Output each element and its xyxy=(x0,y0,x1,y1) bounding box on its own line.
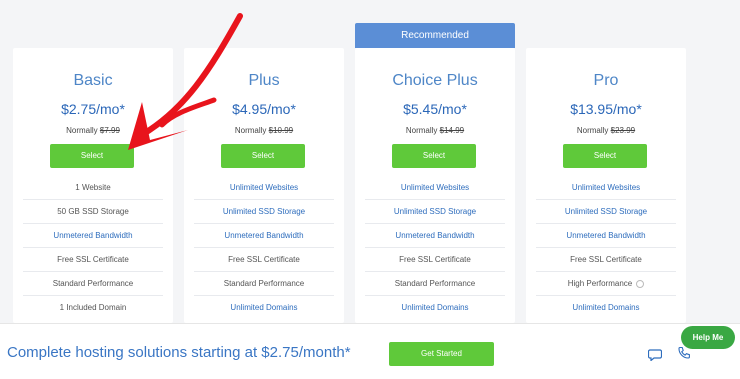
plan-name: Basic xyxy=(73,72,113,89)
bottom-promo-bar: Complete hosting solutions starting at $… xyxy=(0,323,740,379)
select-button-pro[interactable]: Select xyxy=(563,144,647,168)
normally-label: Normally xyxy=(234,126,269,135)
plan-name: Pro xyxy=(593,72,619,89)
info-icon[interactable] xyxy=(636,279,645,288)
old-price: $23.99 xyxy=(610,126,636,135)
select-button-basic[interactable]: Select xyxy=(50,144,134,168)
feature-item[interactable]: Unmetered Bandwidth xyxy=(536,224,676,248)
feature-item: 1 Included Domain xyxy=(59,303,127,312)
feature-list: Unlimited Websites Unlimited SSD Storage… xyxy=(536,176,676,319)
feature-item: 50 GB SSD Storage xyxy=(23,200,163,224)
plan-card-choice-plus: Choice Plus $5.45/mo* Normally $14.99 Se… xyxy=(355,48,515,323)
pricing-page: Recommended Basic $2.75/mo* Normally $7.… xyxy=(0,0,740,379)
chat-bubble-icon[interactable] xyxy=(648,347,662,361)
feature-item[interactable]: Unlimited Websites xyxy=(536,176,676,200)
feature-item: Standard Performance xyxy=(365,272,505,296)
normally-price: Normally $23.99 xyxy=(526,126,686,135)
feature-item: Free SSL Certificate xyxy=(365,248,505,272)
feature-item[interactable]: Unlimited Domains xyxy=(194,296,334,319)
recommended-badge: Recommended xyxy=(355,23,515,48)
feature-item[interactable]: Unmetered Bandwidth xyxy=(194,224,334,248)
plan-card-basic: Basic $2.75/mo* Normally $7.99 Select 1 … xyxy=(13,48,173,323)
feature-item[interactable]: Unlimited Domains xyxy=(536,296,676,319)
normally-label: Normally xyxy=(66,126,100,135)
feature-item: 1 Website xyxy=(23,176,163,200)
feature-list: 1 Website 50 GB SSD Storage Unmetered Ba… xyxy=(23,176,163,319)
plan-price: $2.75/mo* xyxy=(61,101,125,117)
plan-card-pro: Pro $13.95/mo* Normally $23.99 Select Un… xyxy=(526,48,686,323)
plan-name: Plus xyxy=(248,72,280,89)
plan-price: $4.95/mo* xyxy=(232,101,296,117)
feature-item: Standard Performance xyxy=(23,272,163,296)
feature-item: Standard Performance xyxy=(194,272,334,296)
old-price: $14.99 xyxy=(439,126,465,135)
feature-list: Unlimited Websites Unlimited SSD Storage… xyxy=(194,176,334,319)
feature-text: High Performance xyxy=(567,279,633,288)
feature-item: Free SSL Certificate xyxy=(194,248,334,272)
old-price: $10.99 xyxy=(268,126,294,135)
normally-price: Normally $14.99 xyxy=(355,126,515,135)
feature-item[interactable]: Unlimited Websites xyxy=(365,176,505,200)
feature-item[interactable]: Unlimited Websites xyxy=(194,176,334,200)
feature-item[interactable]: Unlimited Domains xyxy=(365,296,505,319)
feature-item[interactable]: Unmetered Bandwidth xyxy=(23,224,163,248)
normally-label: Normally xyxy=(576,126,611,135)
feature-item[interactable]: Unlimited SSD Storage xyxy=(365,200,505,224)
feature-item[interactable]: Unlimited SSD Storage xyxy=(194,200,334,224)
feature-item: Free SSL Certificate xyxy=(536,248,676,272)
feature-item[interactable]: Unlimited SSD Storage xyxy=(536,200,676,224)
feature-item: Free SSL Certificate xyxy=(23,248,163,272)
select-button-choice-plus[interactable]: Select xyxy=(392,144,476,168)
plan-card-plus: Plus $4.95/mo* Normally $10.99 Select Un… xyxy=(184,48,344,323)
old-price: $7.99 xyxy=(99,126,120,135)
normally-price: Normally $7.99 xyxy=(13,126,173,135)
get-started-button[interactable]: Get Started xyxy=(389,342,494,366)
plan-price: $13.95/mo* xyxy=(570,101,642,117)
help-me-button[interactable]: Help Me xyxy=(681,326,735,349)
select-button-plus[interactable]: Select xyxy=(221,144,305,168)
plan-name: Choice Plus xyxy=(392,72,478,89)
promo-text: Complete hosting solutions starting at $… xyxy=(7,344,351,361)
feature-item-with-info: High Performance xyxy=(536,272,676,296)
feature-list: Unlimited Websites Unlimited SSD Storage… xyxy=(365,176,505,319)
normally-label: Normally xyxy=(405,126,440,135)
normally-price: Normally $10.99 xyxy=(184,126,344,135)
plan-price: $5.45/mo* xyxy=(403,101,467,117)
feature-item[interactable]: Unmetered Bandwidth xyxy=(365,224,505,248)
